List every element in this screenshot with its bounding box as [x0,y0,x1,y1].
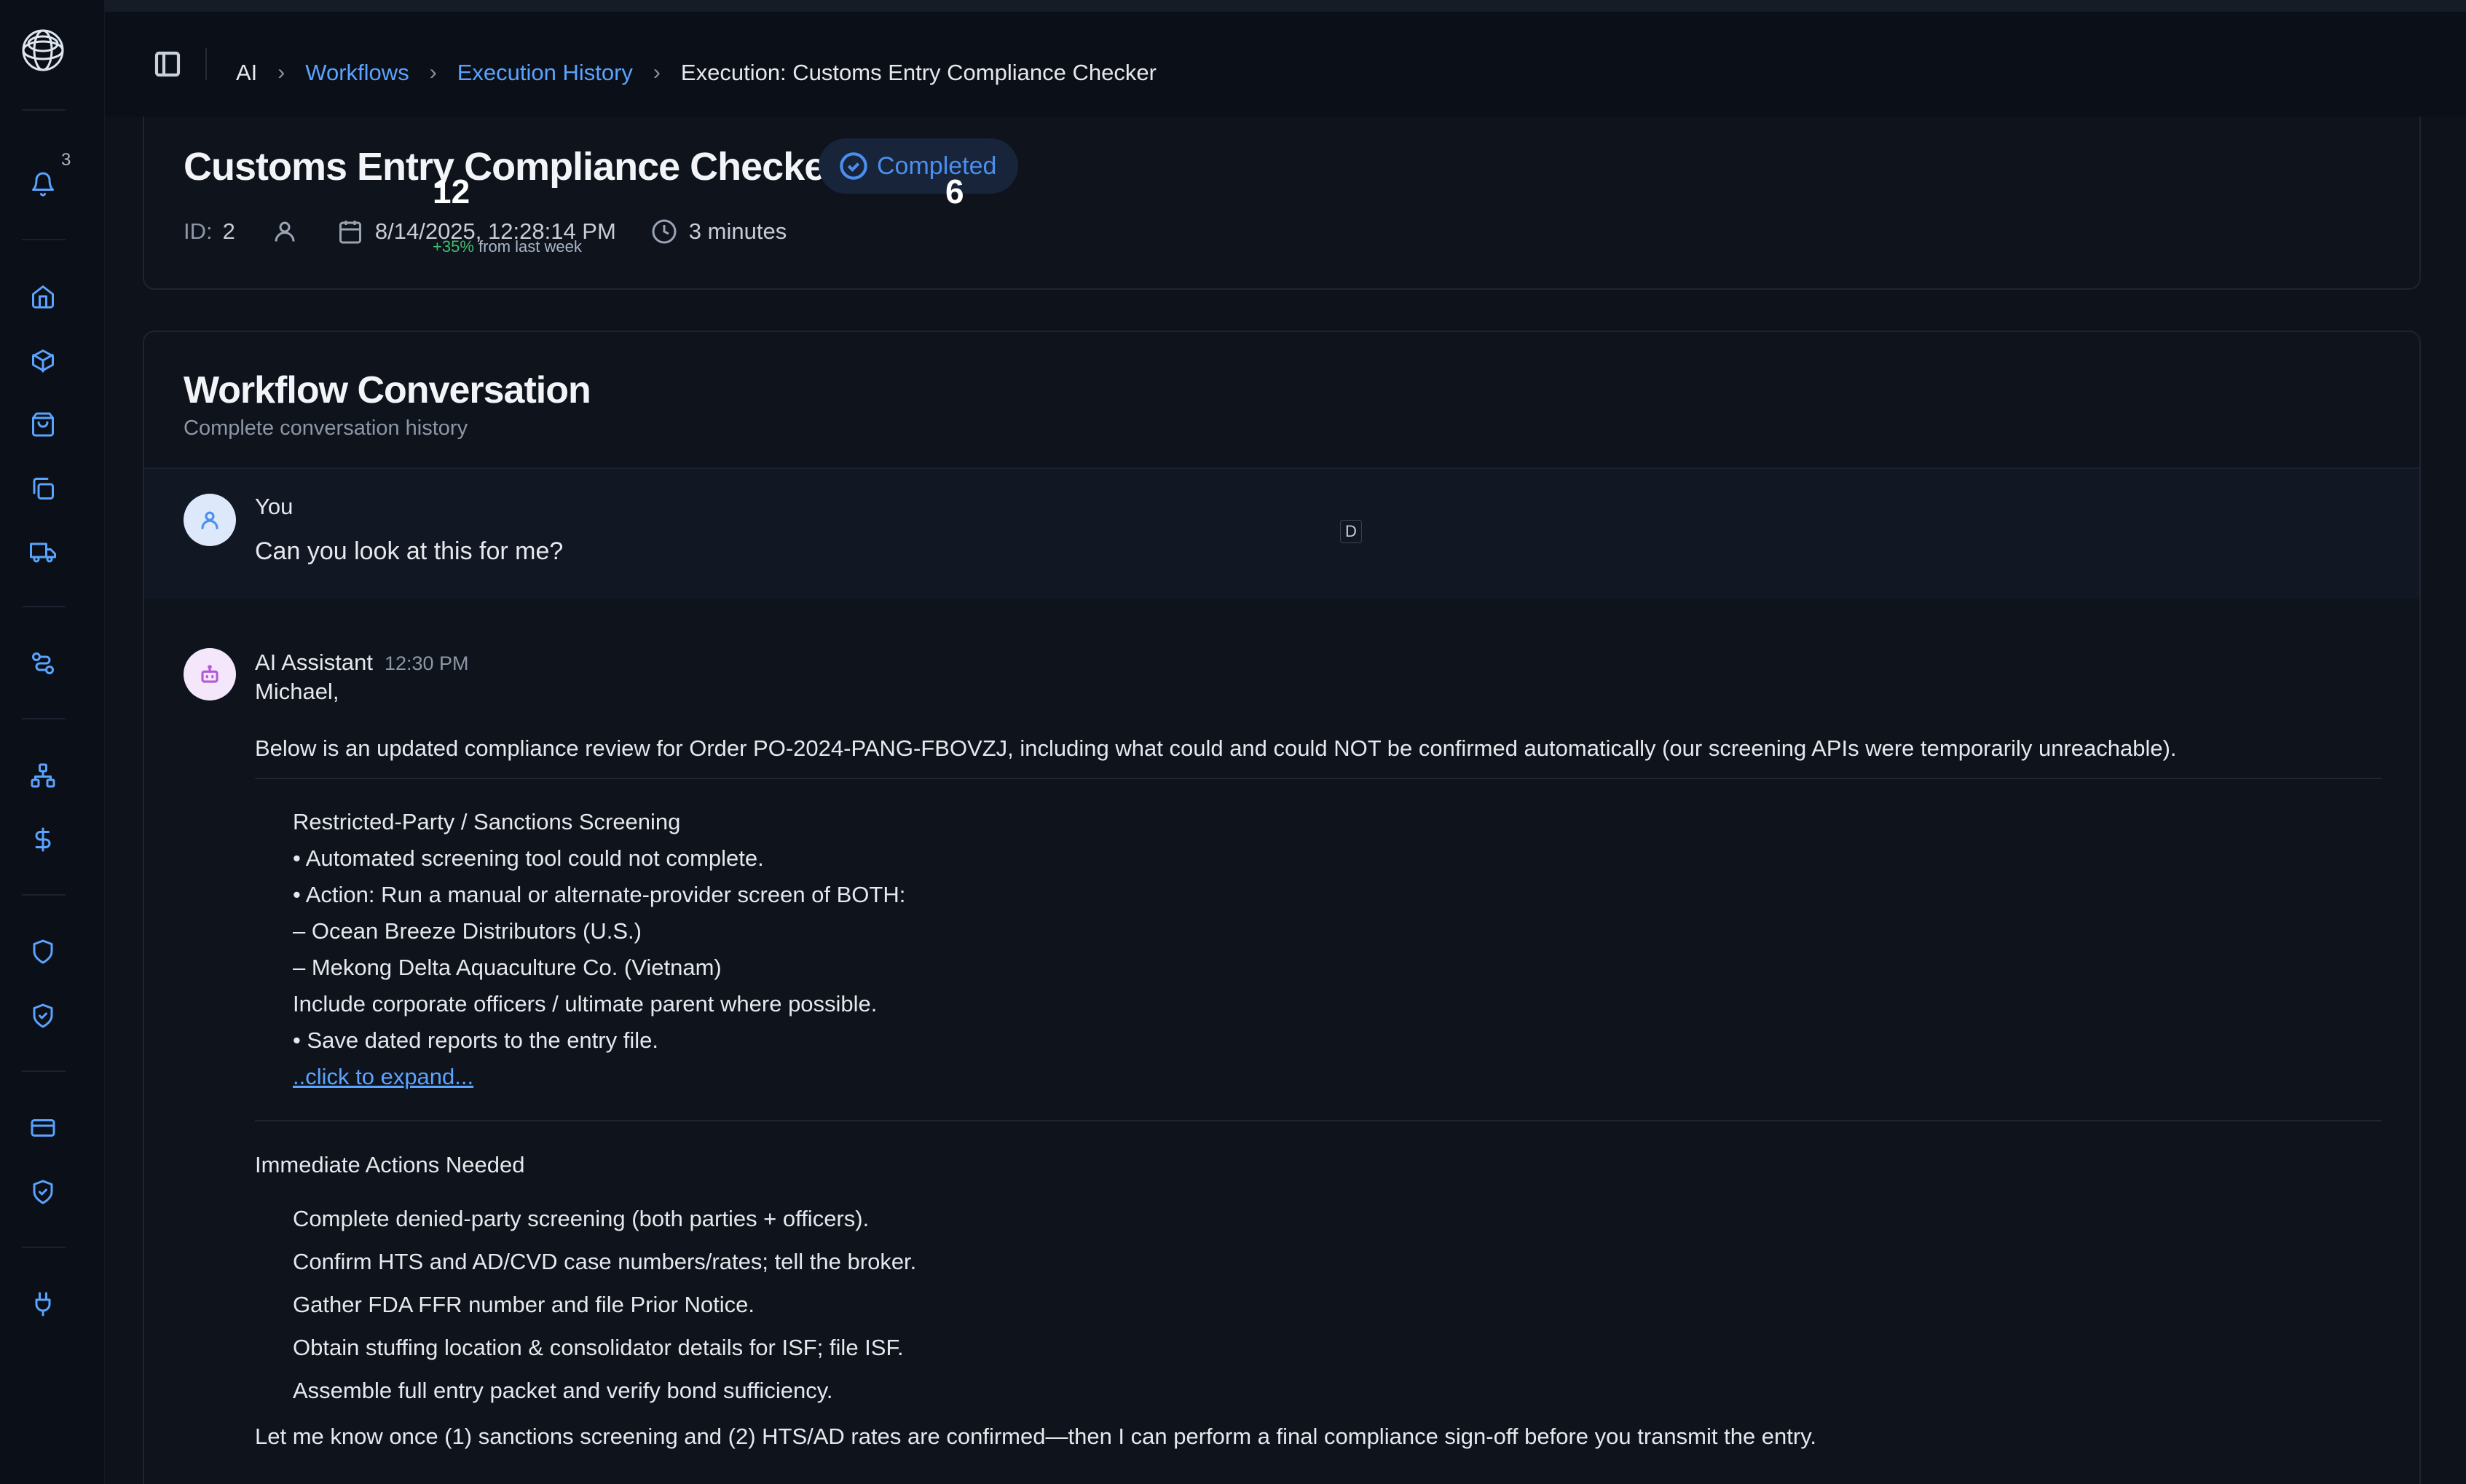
shopping-bag-icon[interactable] [28,409,58,440]
topbar-divider [205,48,207,80]
sender-name: AI Assistant [255,650,373,675]
avatar [184,494,236,546]
section-line: Include corporate officers / ultimate pa… [293,991,878,1017]
overlay-number: 6 [945,173,964,210]
message-sender: AI Assistant 12:30 PM [255,650,469,676]
network-icon[interactable] [28,760,58,791]
sidebar-toggle-icon[interactable] [153,50,182,79]
conversation-card: Workflow Conversation Complete conversat… [143,331,2421,1484]
list-item: Assemble full entry packet and verify bo… [293,1378,833,1403]
chevron-right-icon: › [277,60,285,84]
sidebar-divider [22,239,66,240]
shield-icon[interactable] [28,936,58,967]
sidebar-divider [22,1070,66,1072]
breadcrumb-execution-history[interactable]: Execution History [457,60,633,86]
message-text: Can you look at this for me? [255,537,564,565]
list-item: Gather FDA FFR number and file Prior Not… [293,1292,755,1317]
actions-heading: Immediate Actions Needed [255,1152,525,1177]
credit-card-icon[interactable] [28,1113,58,1143]
section-line: Restricted-Party / Sanctions Screening [293,809,681,834]
execution-duration: 3 minutes [688,218,787,244]
section-line: – Ocean Breeze Distributors (U.S.) [293,918,642,944]
breadcrumb-workflows[interactable]: Workflows [305,60,409,86]
app-logo-icon[interactable] [19,26,67,74]
breadcrumb-current: Execution: Customs Entry Compliance Chec… [680,60,1157,85]
trend-text: from last week [478,237,582,256]
page-title: Customs Entry Compliance Checker [184,145,840,189]
breadcrumb-ai[interactable]: AI [236,60,257,86]
divider [255,1120,2382,1121]
expand-link[interactable]: ..click to expand... [293,1064,473,1089]
actions-list: Complete denied-party screening (both pa… [255,1193,2382,1412]
section-line: • Save dated reports to the entry file. [293,1027,658,1053]
sidebar-divider [22,606,66,607]
shield-check-icon[interactable] [28,1177,58,1207]
sidebar-divider [22,109,66,111]
message-time: 12:30 PM [384,652,469,674]
bot-icon [201,665,218,683]
copy-icon[interactable] [28,473,58,504]
section-subtitle: Complete conversation history [184,417,468,440]
shield-check-icon[interactable] [28,1000,58,1031]
section-line: • Action: Run a manual or alternate-prov… [293,882,906,907]
calendar-icon [337,218,363,245]
closing-paragraph: Let me know once (1) sanctions screening… [255,1424,1817,1449]
status-badge: Completed [819,138,1019,194]
list-item: Confirm HTS and AD/CVD case numbers/rate… [293,1249,917,1274]
sidebar: 3 [0,0,105,1484]
chevron-right-icon: › [653,60,661,84]
user-icon [272,218,298,245]
section-line: – Mekong Delta Aquaculture Co. (Vietnam) [293,955,722,980]
clock-icon [651,218,677,245]
top-bar: AI › Workflows › Execution History › Exe… [105,0,2466,117]
sidebar-divider [22,894,66,896]
section-title: Workflow Conversation [184,369,591,411]
screening-section: Restricted-Party / Sanctions Screening •… [255,779,2382,1095]
message-sender: You [255,494,294,519]
avatar [184,648,236,700]
bell-icon[interactable] [28,169,58,200]
dollar-icon[interactable] [28,824,58,855]
execution-header: Customs Entry Compliance Checker Complet… [143,117,2421,290]
list-item: Complete denied-party screening (both pa… [293,1206,870,1231]
truck-icon[interactable] [28,537,58,568]
intro-paragraph: Below is an updated compliance review fo… [255,735,2177,761]
user-message: You Can you look at this for me? [144,467,2419,599]
sidebar-divider [22,1247,66,1248]
status-label: Completed [877,151,997,180]
ai-message-body: Michael, Below is an updated compliance … [255,677,2382,1451]
id-label: ID: [184,218,213,244]
list-item: Obtain stuffing location & consolidator … [293,1335,904,1360]
box-icon[interactable] [28,345,58,376]
greeting: Michael, [255,679,339,704]
notification-count: 3 [61,150,71,170]
sidebar-divider [22,718,66,719]
breadcrumb: AI › Workflows › Execution History › Exe… [236,60,1157,86]
user-icon [201,511,218,529]
section-line: • Automated screening tool could not com… [293,845,764,871]
trend-percent: +35% [433,237,474,256]
chevron-right-icon: › [429,60,437,84]
check-circle-icon [840,152,867,180]
overlay-trend: +35% from last week [433,237,582,256]
id-value: 2 [222,218,235,244]
route-icon[interactable] [28,648,58,679]
plug-icon[interactable] [28,1289,58,1319]
overlay-number: 12 [433,173,470,210]
home-icon[interactable] [28,281,58,312]
keyboard-key-overlay: D [1340,520,1362,543]
